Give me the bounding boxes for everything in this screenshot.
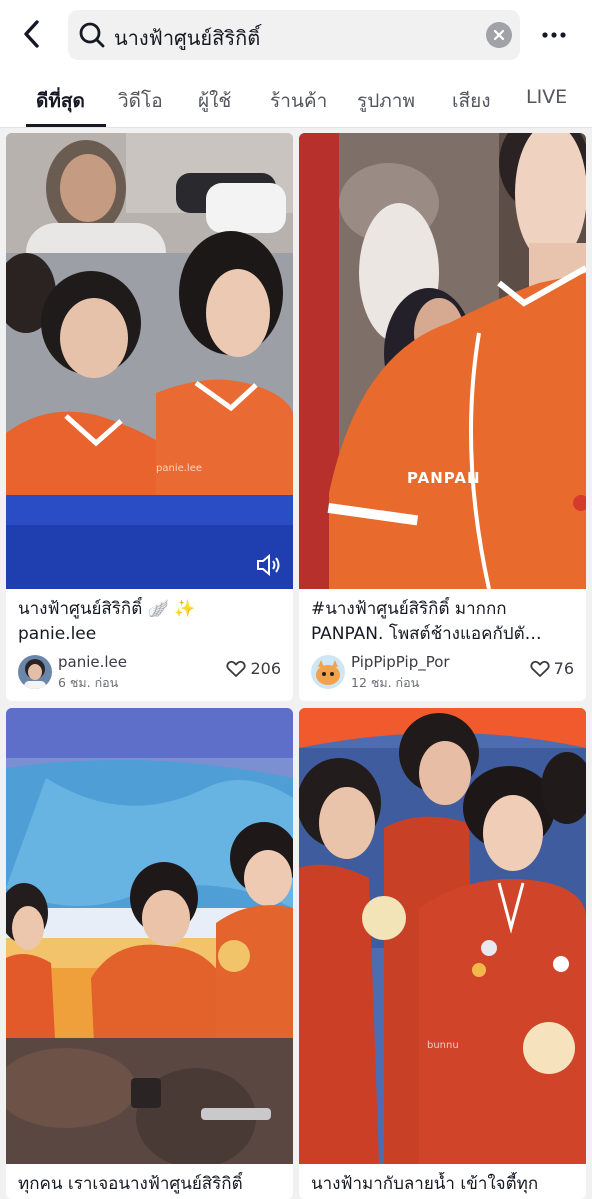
tab-users[interactable]: ผู้ใช้ — [198, 86, 231, 116]
video-thumbnail[interactable]: bunnu — [299, 708, 586, 1164]
sound-icon[interactable] — [255, 553, 283, 577]
video-card[interactable]: ทุกคน เราเจอนางฟ้าศูนย์สิริกิติ์ — [6, 708, 293, 1199]
caption-line: PANPAN. โพสต์ช้างแอคกัปตั… — [311, 624, 542, 644]
caption-line: นางฟ้ามากับลายน้ำ เข้าใจตี้ทุก — [311, 1174, 539, 1194]
caption-line: #นางฟ้าศูนย์สิริกิติ์ มากกก — [311, 599, 507, 619]
more-options-button[interactable] — [536, 20, 572, 50]
tab-videos[interactable]: วิดีโอ — [118, 86, 163, 116]
watermark-text: panie.lee — [156, 463, 203, 474]
watermark-text: bunnu — [427, 1040, 459, 1051]
chevron-left-icon — [24, 20, 39, 48]
watermark-text: PANPAN — [407, 469, 481, 487]
post-time: 6 ชม. ก่อน — [58, 675, 119, 690]
search-box[interactable]: นางฟ้าศูนย์สิริกิติ์ — [68, 10, 520, 60]
post-time: 12 ชม. ก่อน — [351, 675, 420, 690]
caption-line: panie.lee — [18, 624, 97, 644]
caption-line: นางฟ้าศูนย์สิริกิติ์ 🪽 ✨ — [18, 599, 196, 619]
search-icon — [79, 22, 105, 48]
video-caption: ทุกคน เราเจอนางฟ้าศูนย์สิริกิติ์ — [18, 1172, 283, 1197]
video-meta: PipPipPip_Por 12 ชม. ก่อน 76 — [311, 653, 576, 691]
like-count[interactable]: 206 — [226, 659, 281, 678]
like-count-value: 206 — [250, 659, 281, 678]
video-card[interactable]: bunnu นางฟ้ามากับลายน้ำ เข้าใจตี้ทุก — [299, 708, 586, 1199]
username[interactable]: PipPipPip_Por — [351, 653, 450, 671]
video-caption: #นางฟ้าศูนย์สิริกิติ์ มากกก PANPAN. โพสต… — [311, 597, 576, 647]
avatar[interactable] — [18, 655, 52, 689]
back-button[interactable] — [14, 16, 50, 52]
search-tabs: ดีที่สุด วิดีโอ ผู้ใช้ ร้านค้า รูปภาพ เส… — [0, 72, 592, 128]
video-caption: นางฟ้าศูนย์สิริกิติ์ 🪽 ✨ panie.lee — [18, 597, 283, 647]
avatar[interactable] — [311, 655, 345, 689]
video-meta: panie.lee 6 ชม. ก่อน 206 — [18, 653, 283, 691]
video-card[interactable]: PANPAN #นางฟ้าศูนย์สิริกิติ์ มากกก PANPA… — [299, 133, 586, 701]
tab-photos[interactable]: รูปภาพ — [357, 86, 415, 116]
top-bar: นางฟ้าศูนย์สิริกิติ์ — [0, 0, 592, 72]
tab-sounds[interactable]: เสียง — [452, 86, 491, 116]
clear-search-button[interactable] — [486, 22, 512, 48]
more-icon — [542, 32, 566, 38]
active-tab-indicator — [26, 124, 106, 127]
heart-icon — [529, 660, 550, 677]
close-icon — [493, 29, 505, 41]
like-count[interactable]: 76 — [529, 659, 574, 678]
username[interactable]: panie.lee — [58, 653, 127, 671]
caption-line: ทุกคน เราเจอนางฟ้าศูนย์สิริกิติ์ — [18, 1174, 243, 1194]
video-card[interactable]: panie.lee นางฟ้าศูนย์สิริกิติ์ 🪽 ✨ panie… — [6, 133, 293, 701]
tab-top[interactable]: ดีที่สุด — [36, 86, 85, 116]
tab-live[interactable]: LIVE — [526, 86, 567, 108]
video-thumbnail[interactable] — [6, 708, 293, 1164]
tab-shop[interactable]: ร้านค้า — [270, 86, 327, 116]
video-caption: นางฟ้ามากับลายน้ำ เข้าใจตี้ทุก — [311, 1172, 576, 1197]
heart-icon — [226, 660, 247, 677]
like-count-value: 76 — [553, 659, 574, 678]
video-thumbnail[interactable]: PANPAN — [299, 133, 586, 589]
search-input[interactable]: นางฟ้าศูนย์สิริกิติ์ — [114, 22, 260, 54]
video-thumbnail[interactable]: panie.lee — [6, 133, 293, 589]
